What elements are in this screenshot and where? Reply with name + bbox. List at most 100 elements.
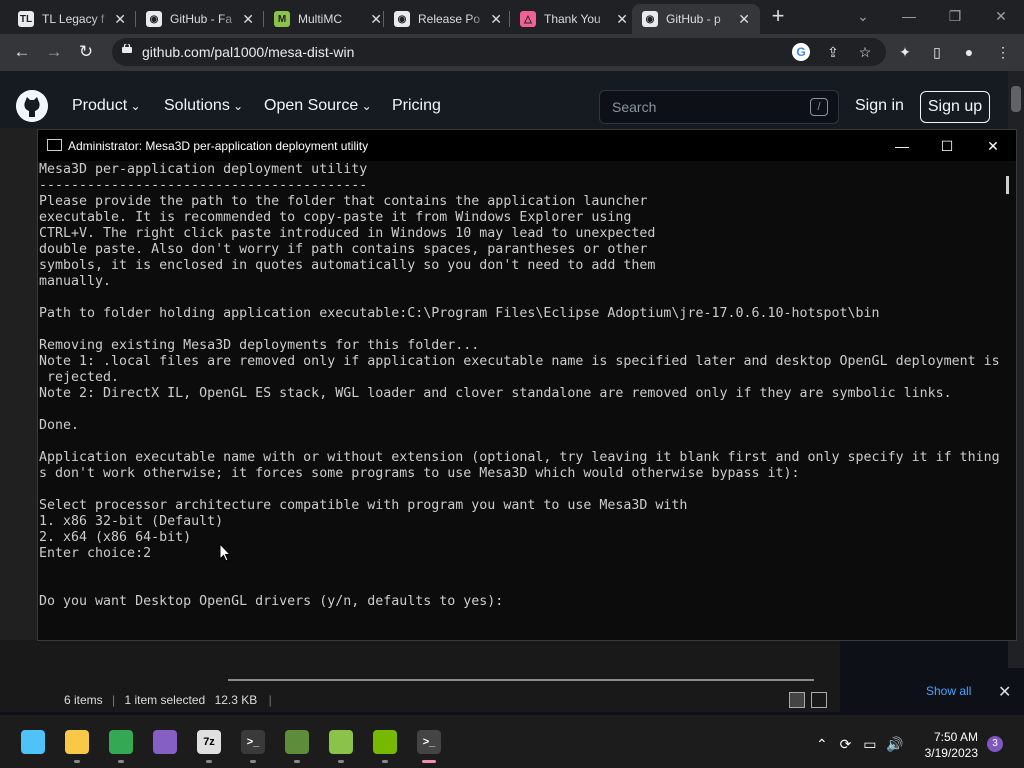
bookmark-star-icon[interactable]: ☆	[856, 43, 874, 61]
tab-title: GitHub - p	[666, 12, 721, 26]
browser-tab[interactable]: ◉ GitHub - Fa ✕	[136, 4, 264, 34]
clock-date: 3/19/2023	[924, 746, 978, 760]
console-minimize-button[interactable]: —	[879, 134, 925, 158]
console-title: Administrator: Mesa3D per-application de…	[68, 139, 369, 153]
close-tab-icon[interactable]: ✕	[738, 11, 750, 27]
console-close-button[interactable]: ✕	[970, 134, 1016, 158]
chrome-icon[interactable]	[109, 730, 133, 754]
tab-title: Thank You	[544, 12, 601, 26]
close-tab-icon[interactable]: ✕	[370, 11, 382, 27]
browser-tab[interactable]: ◉ Release Po ✕	[384, 4, 512, 34]
running-indicator	[74, 760, 80, 763]
selection-size: 12.3 KB	[214, 693, 258, 707]
cmd-icon[interactable]: >_	[417, 730, 441, 754]
system-tray[interactable]: ⌃ ⟳ ▭ 🔊	[816, 736, 904, 753]
tray-overflow-icon[interactable]: ⌃	[816, 736, 828, 752]
new-tab-button[interactable]: +	[766, 5, 790, 29]
tab-title: TL Legacy f	[42, 12, 105, 26]
file-explorer-window	[0, 128, 38, 668]
sync-icon[interactable]: ⟳	[840, 736, 852, 752]
running-indicator	[294, 760, 300, 763]
nav-label: Open Source	[264, 97, 359, 114]
github-nav-pricing[interactable]: Pricing	[392, 97, 441, 115]
minecraft-icon[interactable]	[285, 730, 309, 754]
tab-title: MultiMC	[298, 12, 342, 26]
notification-badge[interactable]: 3	[987, 736, 1003, 752]
browser-tab[interactable]: TL TL Legacy f ✕	[8, 4, 136, 34]
status-divider: |	[112, 693, 116, 707]
console-maximize-button[interactable]: ☐	[924, 134, 970, 158]
console-output[interactable]: Mesa3D per-application deployment utilit…	[39, 162, 1001, 640]
console-text: Mesa3D per-application deployment utilit…	[39, 162, 1000, 609]
search-shortcut-key: /	[810, 98, 828, 116]
page-scrollbar-thumb[interactable]	[1011, 86, 1021, 112]
status-divider: |	[268, 693, 272, 707]
restore-browser-button[interactable]: ❐	[932, 2, 978, 30]
console-scrollbar[interactable]	[1001, 162, 1016, 640]
nav-label: Pricing	[392, 97, 441, 114]
tab-title: GitHub - Fa	[170, 12, 233, 26]
running-indicator	[206, 760, 212, 763]
volume-icon[interactable]: 🔊	[886, 736, 903, 752]
browser-tab[interactable]: ◉ GitHub - p ✕	[632, 4, 760, 34]
nvidia-icon[interactable]	[373, 730, 397, 754]
share-icon[interactable]: ⇪	[824, 43, 842, 61]
github-logo-icon[interactable]	[16, 90, 48, 122]
console-scrollbar-thumb[interactable]	[1006, 176, 1009, 194]
extensions-icon[interactable]: ✦	[896, 43, 914, 61]
selection-count: 1 item selected	[124, 693, 206, 707]
forward-button[interactable]: →	[42, 40, 66, 64]
github-nav-product[interactable]: Product ⌄	[72, 97, 141, 115]
github-nav-open-source[interactable]: Open Source ⌄	[264, 97, 372, 115]
google-lens-icon[interactable]: G	[792, 43, 810, 61]
item-count: 6 items	[64, 693, 103, 707]
show-all-downloads-link[interactable]: Show all	[926, 684, 971, 698]
chevron-down-icon: ⌄	[229, 99, 244, 113]
menu-icon[interactable]: ⋮	[994, 43, 1012, 61]
minimize-browser-button[interactable]: —	[886, 2, 932, 30]
github-icon: ◉	[146, 11, 162, 27]
close-download-bar-icon[interactable]: ✕	[998, 682, 1011, 702]
github-nav-solutions[interactable]: Solutions ⌄	[164, 97, 243, 115]
close-tab-icon[interactable]: ✕	[490, 11, 502, 27]
explorer-horizontal-scrollbar[interactable]	[228, 679, 814, 681]
profile-icon[interactable]: ●	[960, 43, 978, 61]
chevron-down-icon: ⌄	[358, 99, 372, 113]
url-text[interactable]: github.com/pal1000/mesa-dist-win	[142, 44, 354, 60]
large-icons-view-icon[interactable]	[811, 692, 827, 708]
sign-up-button[interactable]: Sign up	[920, 91, 990, 123]
tab-search-icon[interactable]: ⌄	[840, 2, 886, 30]
network-icon[interactable]: ▭	[863, 736, 876, 752]
tab-separator	[509, 11, 510, 27]
clock[interactable]: 7:50 AM 3/19/2023	[922, 729, 978, 761]
terminal-icon[interactable]: >_	[241, 730, 265, 754]
console-app-icon	[47, 139, 62, 151]
close-tab-icon[interactable]: ✕	[242, 11, 254, 27]
running-indicator	[382, 760, 388, 763]
sign-in-link[interactable]: Sign in	[855, 97, 904, 115]
lock-icon[interactable]	[122, 44, 132, 53]
reload-button[interactable]: ↻	[74, 40, 98, 64]
close-tab-icon[interactable]: ✕	[616, 11, 628, 27]
browser-tab[interactable]: △ Thank You ✕	[510, 4, 638, 34]
file-explorer-icon[interactable]	[65, 730, 89, 754]
details-view-icon[interactable]	[789, 692, 805, 708]
visual-studio-icon[interactable]	[153, 730, 177, 754]
start-icon[interactable]	[21, 730, 45, 754]
tab-separator	[263, 11, 264, 27]
running-indicator	[422, 760, 436, 763]
tab-title: Release Po	[418, 12, 481, 26]
multimc-icon[interactable]	[329, 730, 353, 754]
browser-tab[interactable]: M MultiMC ✕	[264, 4, 392, 34]
nav-label: Product	[72, 97, 128, 114]
github-icon: ◉	[642, 11, 658, 27]
close-browser-button[interactable]: ✕	[978, 2, 1024, 30]
close-tab-icon[interactable]: ✕	[114, 11, 126, 27]
back-button[interactable]: ←	[10, 40, 34, 64]
side-panel-icon[interactable]: ▯	[928, 43, 946, 61]
running-indicator	[250, 760, 256, 763]
7zip-icon[interactable]: 7z	[197, 730, 221, 754]
multimc-icon: M	[274, 11, 290, 27]
tl-legacy-icon: TL	[18, 11, 34, 27]
chevron-down-icon: ⌄	[127, 99, 141, 113]
